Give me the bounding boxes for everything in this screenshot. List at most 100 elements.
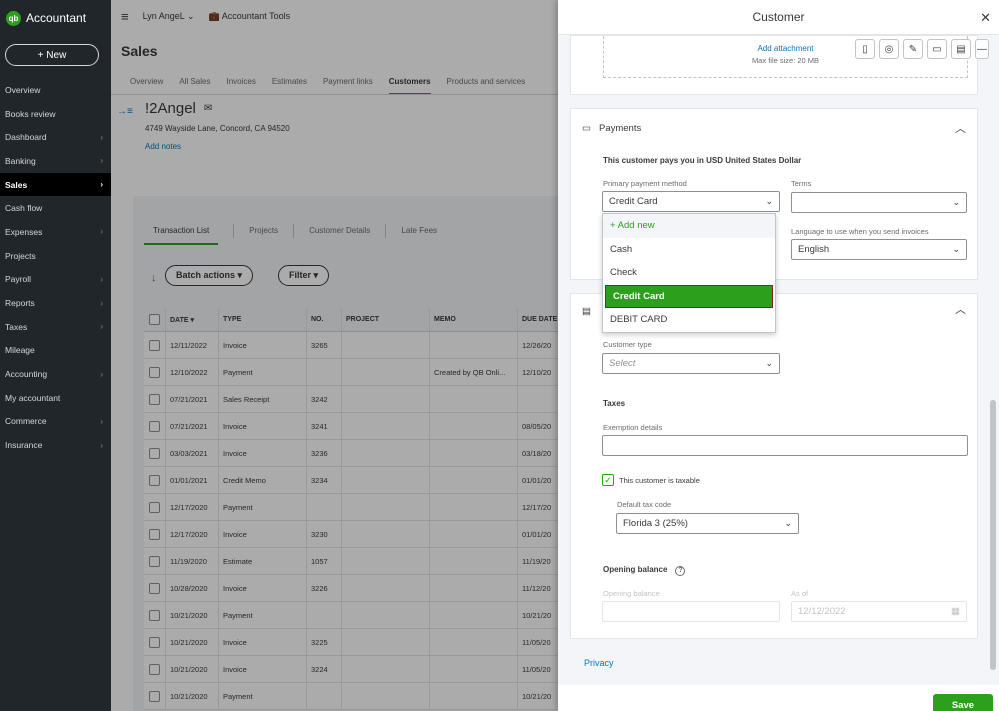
nav-item-taxes[interactable]: Taxes › xyxy=(0,315,111,339)
nav-item-label: Books review xyxy=(5,108,56,119)
nav-item-reports[interactable]: Reports › xyxy=(0,291,111,315)
chevron-down-icon: ⌄ xyxy=(784,518,792,528)
minimize-icon[interactable]: — xyxy=(975,39,989,59)
nav-item-accounting[interactable]: Accounting › xyxy=(0,362,111,386)
exemption-label: Exemption details xyxy=(603,423,663,432)
nav-item-label: My accountant xyxy=(5,392,61,403)
location-pin-icon[interactable]: ◎ xyxy=(879,39,899,59)
tax-code-select[interactable]: Florida 3 (25%) ⌄ xyxy=(616,513,799,534)
chevron-down-icon: ⌄ xyxy=(952,244,960,254)
option-debit-card[interactable]: DEBIT CARD xyxy=(603,308,775,332)
option-cash[interactable]: Cash xyxy=(603,238,775,262)
quickbooks-logo-icon: qb xyxy=(6,10,21,26)
nav-item-payroll[interactable]: Payroll › xyxy=(0,268,111,292)
taxes-heading: Taxes xyxy=(603,399,626,408)
nav-item-books-review[interactable]: Books review xyxy=(0,102,111,126)
payments-card-icon[interactable]: ▭ xyxy=(927,39,947,59)
nav-item-sales[interactable]: Sales › xyxy=(0,172,111,197)
taxable-checkbox[interactable]: ✓ xyxy=(602,474,614,486)
as-of-value: 12/12/2022 xyxy=(798,606,846,617)
customer-drawer: Customer ✕ Add attachment Max file size:… xyxy=(558,0,999,711)
close-icon[interactable]: ✕ xyxy=(980,10,991,26)
nav-item-label: Mileage xyxy=(5,345,35,356)
help-icon[interactable]: ? xyxy=(675,565,686,576)
option-credit-card[interactable]: Credit Card xyxy=(605,284,773,308)
nav-item-label: Reports xyxy=(5,298,35,309)
collapse-caret-icon[interactable]: ︿ xyxy=(955,120,966,136)
currency-note: This customer pays you in USD United Sta… xyxy=(603,156,802,165)
chevron-down-icon: ⌄ xyxy=(952,197,960,207)
exemption-details-input[interactable] xyxy=(602,435,968,456)
document-icon: ▤ xyxy=(582,306,591,317)
opening-balance-label: Opening balance xyxy=(603,589,660,598)
chevron-right-icon: › xyxy=(100,132,103,142)
chevron-right-icon: › xyxy=(100,298,103,308)
additional-info-heading[interactable]: ▤ xyxy=(582,306,591,317)
tax-code-label: Default tax code xyxy=(617,500,672,509)
save-button[interactable]: Save xyxy=(933,694,993,711)
customer-type-placeholder: Select xyxy=(609,358,636,369)
new-button[interactable]: + New xyxy=(5,44,99,66)
language-value: English xyxy=(798,244,830,255)
tax-code-value: Florida 3 (25%) xyxy=(623,518,688,529)
nav-item-label: Accounting xyxy=(5,369,48,380)
nav-item-label: Banking xyxy=(5,155,36,166)
nav-item-my-accountant[interactable]: My accountant xyxy=(0,386,111,410)
chevron-right-icon: › xyxy=(100,227,103,237)
opening-balance-heading: Opening balance? xyxy=(603,565,686,576)
nav-item-insurance[interactable]: Insurance › xyxy=(0,433,111,457)
chevron-right-icon: › xyxy=(100,440,103,450)
nav-item-label: Cash flow xyxy=(5,203,43,214)
nav-item-label: Taxes xyxy=(5,321,28,332)
chevron-right-icon: › xyxy=(100,369,103,379)
nav-item-cash-flow[interactable]: Cash flow xyxy=(0,196,111,220)
left-nav: qb Accountant + New Overview Books revie… xyxy=(0,0,111,711)
nav-item-banking[interactable]: Banking › xyxy=(0,149,111,173)
additional-info-icon[interactable]: ▤ xyxy=(951,39,971,59)
customer-type-select[interactable]: Select ⌄ xyxy=(602,353,780,374)
payment-method-value: Credit Card xyxy=(609,196,658,207)
drawer-icon-toolbar: ▯ ◎ ✎ ▭ ▤ — xyxy=(855,39,989,59)
nav-item-overview[interactable]: Overview xyxy=(0,78,111,102)
payment-method-select[interactable]: Credit Card ⌄ xyxy=(602,191,780,212)
language-label: Language to use when you send invoices xyxy=(791,227,929,236)
add-new-option[interactable]: + Add new xyxy=(603,214,775,238)
nav-item-label: Payroll xyxy=(5,274,31,285)
terms-select[interactable]: ⌄ xyxy=(791,192,967,213)
as-of-date-input[interactable]: 12/12/2022 ▦ xyxy=(791,601,967,622)
payment-method-dropdown: + Add new Cash Check Credit Card DEBIT C… xyxy=(602,213,776,333)
nav-item-mileage[interactable]: Mileage xyxy=(0,339,111,363)
opening-balance-input[interactable] xyxy=(602,601,780,622)
nav-item-expenses[interactable]: Expenses › xyxy=(0,220,111,244)
drawer-scrollbar[interactable] xyxy=(990,400,996,670)
notes-edit-icon[interactable]: ✎ xyxy=(903,39,923,59)
language-select[interactable]: English ⌄ xyxy=(791,239,967,260)
chevron-right-icon: › xyxy=(100,156,103,166)
nav-item-commerce[interactable]: Commerce › xyxy=(0,410,111,434)
phone-icon[interactable]: ▯ xyxy=(855,39,875,59)
chevron-right-icon: › xyxy=(100,274,103,284)
nav-item-label: Expenses xyxy=(5,226,43,237)
payments-title: Payments xyxy=(598,123,642,134)
chevron-down-icon: ⌄ xyxy=(765,358,773,368)
brand[interactable]: qb Accountant xyxy=(0,0,111,36)
nav-item-label: Insurance xyxy=(5,440,43,451)
privacy-link[interactable]: Privacy xyxy=(584,658,614,668)
modal-backdrop[interactable] xyxy=(111,0,558,711)
nav-item-projects[interactable]: Projects xyxy=(0,244,111,268)
calendar-icon[interactable]: ▦ xyxy=(951,606,960,617)
credit-card-icon: ▭ xyxy=(582,123,591,134)
chevron-right-icon: › xyxy=(100,416,103,426)
chevron-right-icon: › xyxy=(100,322,103,332)
as-of-label: As of xyxy=(791,589,809,598)
nav-list: Overview Books review Dashboard › Banking… xyxy=(0,78,111,457)
nav-item-dashboard[interactable]: Dashboard › xyxy=(0,125,111,149)
nav-item-label: Dashboard xyxy=(5,132,47,143)
nav-item-label: Commerce xyxy=(5,416,47,427)
customer-type-label: Customer type xyxy=(603,340,652,349)
nav-item-label: Projects xyxy=(5,250,36,261)
opening-balance-title: Opening balance xyxy=(603,565,668,574)
collapse-caret-icon[interactable]: ︿ xyxy=(955,301,966,317)
option-check[interactable]: Check xyxy=(603,261,775,285)
payments-heading[interactable]: ▭ Payments xyxy=(582,123,641,134)
